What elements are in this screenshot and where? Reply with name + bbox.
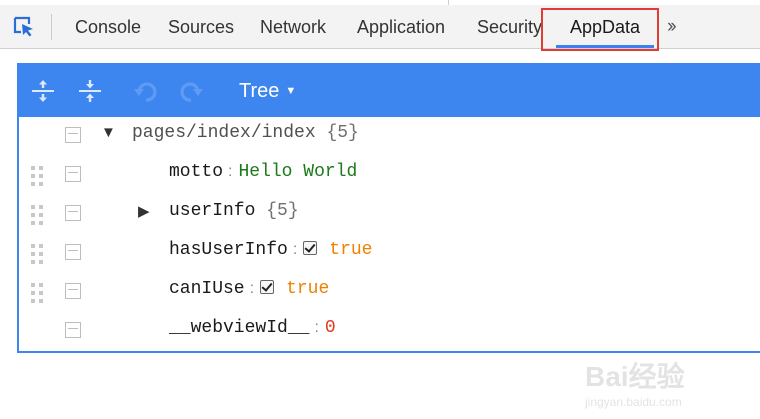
root-key-text: pages/index/index bbox=[132, 123, 316, 143]
tab-sources[interactable]: Sources bbox=[168, 17, 234, 38]
devtools-tabbar: Console Sources Network Application Secu… bbox=[0, 0, 760, 51]
field-key[interactable]: hasUserInfo bbox=[169, 240, 288, 260]
watermark-text: Bai经验 bbox=[585, 361, 685, 392]
tab-security[interactable]: Security bbox=[477, 17, 542, 38]
field-key[interactable]: motto bbox=[169, 162, 223, 182]
tree-row: canIUse: true bbox=[19, 273, 760, 312]
expand-all-icon[interactable] bbox=[29, 77, 57, 105]
undo-icon[interactable] bbox=[132, 77, 160, 105]
tab-network[interactable]: Network bbox=[260, 17, 326, 38]
toolbar-divider bbox=[51, 14, 52, 40]
drag-handle-icon[interactable] bbox=[31, 205, 45, 225]
baidu-jingyan-watermark: Bai经验 jingyan.baidu.com bbox=[585, 355, 745, 415]
tab-appdata[interactable]: AppData bbox=[570, 17, 640, 38]
tree-field: __webviewId__:0 bbox=[169, 318, 336, 338]
active-tab-indicator bbox=[556, 45, 654, 48]
collapse-all-icon[interactable] bbox=[76, 77, 104, 105]
tree-field: userInfo {5} bbox=[169, 201, 299, 221]
view-mode-label: Tree bbox=[239, 80, 280, 102]
redo-icon[interactable] bbox=[177, 77, 205, 105]
context-menu-button[interactable] bbox=[65, 166, 81, 182]
drag-handle-icon[interactable] bbox=[31, 166, 45, 186]
field-value-boolean: true bbox=[329, 240, 373, 260]
tree-row: __webviewId__:0 bbox=[19, 312, 760, 351]
field-value-number[interactable]: 0 bbox=[325, 318, 336, 338]
collapsed-arrow-icon[interactable]: ▶ bbox=[138, 202, 150, 220]
context-menu-button[interactable] bbox=[65, 205, 81, 221]
context-menu-button[interactable] bbox=[65, 127, 81, 143]
context-menu-button[interactable] bbox=[65, 283, 81, 299]
tree-row-root: ▼ pages/index/index {5} bbox=[19, 117, 760, 156]
context-menu-button[interactable] bbox=[65, 244, 81, 260]
tree-row: hasUserInfo: true bbox=[19, 234, 760, 273]
field-key[interactable]: userInfo bbox=[169, 201, 255, 221]
field-key[interactable]: __webviewId__ bbox=[169, 318, 309, 338]
drag-handle-icon[interactable] bbox=[31, 244, 45, 264]
field-value-string[interactable]: Hello World bbox=[238, 162, 357, 182]
appdata-panel: Tree ▼ ▼ pages/index/index {5} motto: Hell… bbox=[17, 63, 760, 353]
tabbar-top-strip bbox=[0, 0, 760, 5]
tab-console[interactable]: Console bbox=[75, 17, 141, 38]
field-item-count: {5} bbox=[266, 201, 299, 221]
field-value-boolean: true bbox=[286, 279, 330, 299]
context-menu-button[interactable] bbox=[65, 322, 81, 338]
tree-row: motto: Hello World bbox=[19, 156, 760, 195]
watermark-url: jingyan.baidu.com bbox=[585, 395, 682, 409]
double-chevron-right-icon[interactable]: ›› bbox=[667, 16, 677, 38]
root-item-count: {5} bbox=[326, 123, 359, 143]
tree-root-key: pages/index/index {5} bbox=[132, 123, 359, 143]
tree-field: hasUserInfo: true bbox=[169, 240, 373, 260]
boolean-checkbox[interactable] bbox=[303, 241, 318, 255]
field-key[interactable]: canIUse bbox=[169, 279, 245, 299]
appdata-toolbar: Tree ▼ bbox=[19, 65, 760, 117]
tree-field: motto: Hello World bbox=[169, 162, 358, 182]
tree-row: ▶ userInfo {5} bbox=[19, 195, 760, 234]
expanded-arrow-icon[interactable]: ▼ bbox=[101, 124, 116, 141]
dropdown-caret-icon: ▼ bbox=[285, 85, 297, 97]
view-mode-dropdown[interactable]: Tree ▼ bbox=[239, 80, 296, 103]
boolean-checkbox[interactable] bbox=[260, 280, 275, 294]
tab-application[interactable]: Application bbox=[357, 17, 445, 38]
tree-field: canIUse: true bbox=[169, 279, 330, 299]
inspect-element-icon[interactable] bbox=[12, 15, 36, 39]
drag-handle-icon[interactable] bbox=[31, 283, 45, 303]
